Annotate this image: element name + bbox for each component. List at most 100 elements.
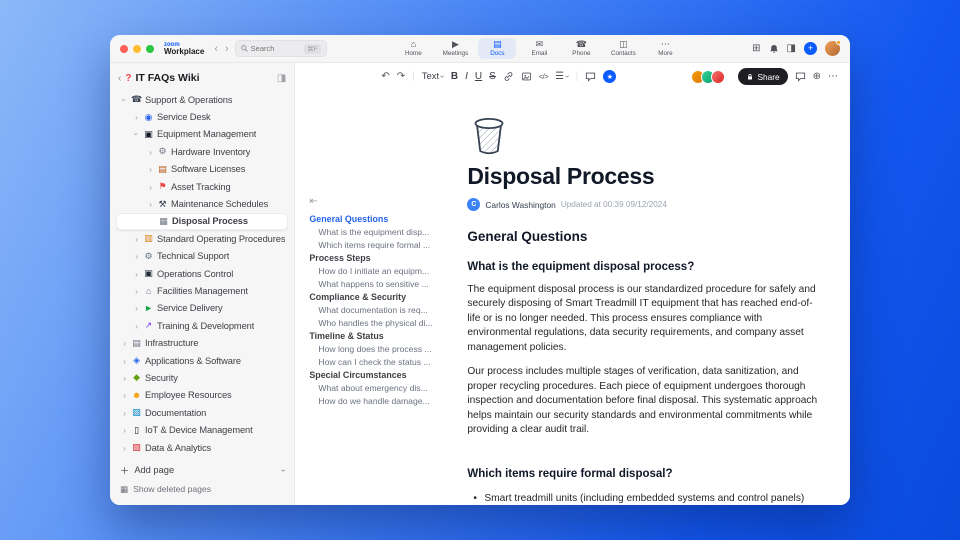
nav-more[interactable]: ⋯ More	[646, 38, 684, 59]
search-input[interactable]	[250, 44, 293, 53]
chevron-icon[interactable]: ›	[147, 164, 154, 174]
toc-item[interactable]: Which items require formal ...	[309, 238, 447, 251]
share-button[interactable]: Share	[738, 68, 788, 85]
sidebar-item[interactable]: › ▣ Operations Control	[116, 265, 288, 282]
sidebar-item[interactable]: › ⚙ Technical Support	[116, 248, 288, 265]
comment-icon[interactable]	[585, 71, 596, 82]
close-button[interactable]	[120, 44, 128, 53]
nav-home[interactable]: ⌂ Home	[394, 38, 432, 59]
chevron-icon[interactable]: ›	[133, 112, 140, 122]
sidebar-item[interactable]: › ⚒ Maintenance Schedules	[116, 195, 288, 212]
sidebar-item[interactable]: › ▯ IoT & Device Management	[116, 421, 288, 438]
sidebar-back-icon[interactable]: ‹	[118, 73, 121, 84]
chevron-down-icon[interactable]: ›	[279, 469, 288, 472]
sidebar-item[interactable]: › ▧ Documentation	[116, 404, 288, 421]
chevron-icon[interactable]: ›	[121, 356, 128, 366]
nav-meetings[interactable]: ▶ Meetings	[436, 38, 474, 59]
apps-grid-icon[interactable]: ⊞	[752, 43, 760, 54]
maximize-button[interactable]	[146, 44, 154, 53]
chevron-icon[interactable]: ›	[121, 390, 128, 400]
sidebar-item[interactable]: › ↗ Training & Development	[116, 317, 288, 334]
italic-button[interactable]: I	[465, 71, 468, 82]
sidebar-collapse-icon[interactable]: ◨	[277, 73, 286, 84]
more-options-icon[interactable]: ⋯	[828, 71, 838, 82]
chat-bubble-icon[interactable]	[795, 71, 806, 82]
show-deleted-pages-button[interactable]: ▦ Show deleted pages	[116, 481, 288, 497]
toc-section[interactable]: General Questions	[309, 212, 447, 225]
toc-item[interactable]: How can I check the status ...	[309, 355, 447, 368]
sidebar-item[interactable]: › ⚙ Hardware Inventory	[116, 143, 288, 160]
redo-icon[interactable]: ↷	[397, 71, 405, 82]
page-emoji-trash-icon[interactable]	[467, 112, 824, 156]
chevron-icon[interactable]: ›	[133, 269, 140, 279]
nav-contacts[interactable]: ◫ Contacts	[604, 38, 642, 59]
chevron-icon[interactable]: ›	[121, 443, 128, 453]
sidebar-item[interactable]: › ▣ Equipment Management	[116, 126, 288, 143]
sidebar-item[interactable]: › ☻ Employee Resources	[116, 387, 288, 404]
toc-item[interactable]: What documentation is req...	[309, 303, 447, 316]
text-style-dropdown[interactable]: Text ›	[422, 71, 447, 82]
notifications-bell-icon[interactable]	[769, 44, 779, 54]
nav-phone[interactable]: ☎ Phone	[562, 38, 600, 59]
bold-button[interactable]: B	[451, 71, 458, 82]
chevron-icon[interactable]: ›	[147, 182, 154, 192]
chevron-icon[interactable]: ›	[133, 251, 140, 261]
sidebar-item[interactable]: › ◆ Security	[116, 369, 288, 386]
user-avatar[interactable]	[825, 40, 841, 56]
titlebar[interactable]: zoom Workplace ‹ › ⌘F ⌂Home▶Meetings▤Doc…	[110, 35, 850, 63]
forward-icon[interactable]: ›	[225, 43, 229, 55]
sidebar-item[interactable]: › ◈ Applications & Software	[116, 352, 288, 369]
add-page-button[interactable]: ＋ Add page ›	[116, 462, 288, 478]
add-new-button[interactable]: +	[804, 42, 817, 55]
sidebar-item[interactable]: › ⌂ Facilities Management	[116, 282, 288, 299]
chevron-icon[interactable]: ›	[133, 303, 140, 313]
toc-item[interactable]: Who handles the physical di...	[309, 316, 447, 329]
chevron-icon[interactable]: ›	[133, 321, 140, 331]
toc-item[interactable]: What about emergency dis...	[309, 381, 447, 394]
sidebar-item[interactable]: › ▨ Data & Analytics	[116, 439, 288, 456]
toc-section[interactable]: Special Circumstances	[309, 368, 447, 381]
chevron-icon[interactable]: ›	[121, 425, 128, 435]
sidebar-item[interactable]: › ▥ Standard Operating Procedures	[116, 230, 288, 247]
sidebar-item[interactable]: › ☎ Support & Operations	[116, 91, 288, 108]
chevron-icon[interactable]: ›	[147, 147, 154, 157]
underline-button[interactable]: U	[475, 71, 482, 82]
panel-toggle-icon[interactable]: ◨	[787, 43, 796, 54]
minimize-button[interactable]	[133, 44, 141, 53]
chevron-icon[interactable]: ›	[133, 286, 140, 296]
chevron-icon[interactable]: ›	[120, 96, 130, 103]
globe-icon[interactable]: ⊕	[813, 71, 821, 82]
collaborator-avatar[interactable]	[711, 69, 726, 84]
sidebar-item[interactable]: › ▤ Software Licenses	[116, 161, 288, 178]
chevron-icon[interactable]: ›	[121, 338, 128, 348]
strikethrough-button[interactable]: S	[489, 71, 496, 82]
sidebar-item[interactable]: › ► Service Delivery	[116, 300, 288, 317]
link-icon[interactable]	[503, 71, 514, 82]
sidebar-item[interactable]: ▦ Disposal Process	[116, 212, 289, 231]
sidebar-item[interactable]: › ⚑ Asset Tracking	[116, 178, 288, 195]
back-icon[interactable]: ‹	[214, 43, 218, 55]
code-icon[interactable]: </>	[539, 73, 549, 81]
chevron-icon[interactable]: ›	[132, 131, 142, 138]
toc-section[interactable]: Timeline & Status	[309, 329, 447, 342]
toc-item[interactable]: What is the equipment disp...	[309, 225, 447, 238]
toc-item[interactable]: How do I initiate an equipm...	[309, 264, 447, 277]
image-icon[interactable]	[521, 71, 532, 82]
collapse-outline-icon[interactable]: ⇤	[309, 196, 447, 212]
ai-companion-button[interactable]: ★	[603, 70, 617, 83]
toc-section[interactable]: Process Steps	[309, 251, 447, 264]
toc-item[interactable]: How do we handle damage...	[309, 394, 447, 407]
nav-docs[interactable]: ▤ Docs	[478, 38, 517, 59]
undo-icon[interactable]: ↶	[381, 71, 389, 82]
chevron-icon[interactable]: ›	[121, 373, 128, 383]
list-format-dropdown[interactable]: ☰ ›	[555, 71, 572, 82]
toc-section[interactable]: Compliance & Security	[309, 290, 447, 303]
sidebar-item[interactable]: › ◉ Service Desk	[116, 108, 288, 125]
global-search[interactable]: ⌘F	[234, 40, 327, 57]
nav-email[interactable]: ✉ Email	[520, 38, 558, 59]
toc-item[interactable]: What happens to sensitive ...	[309, 277, 447, 290]
chevron-icon[interactable]: ›	[121, 408, 128, 418]
toc-item[interactable]: How long does the process ...	[309, 342, 447, 355]
chevron-icon[interactable]: ›	[147, 199, 154, 209]
chevron-icon[interactable]: ›	[133, 234, 140, 244]
